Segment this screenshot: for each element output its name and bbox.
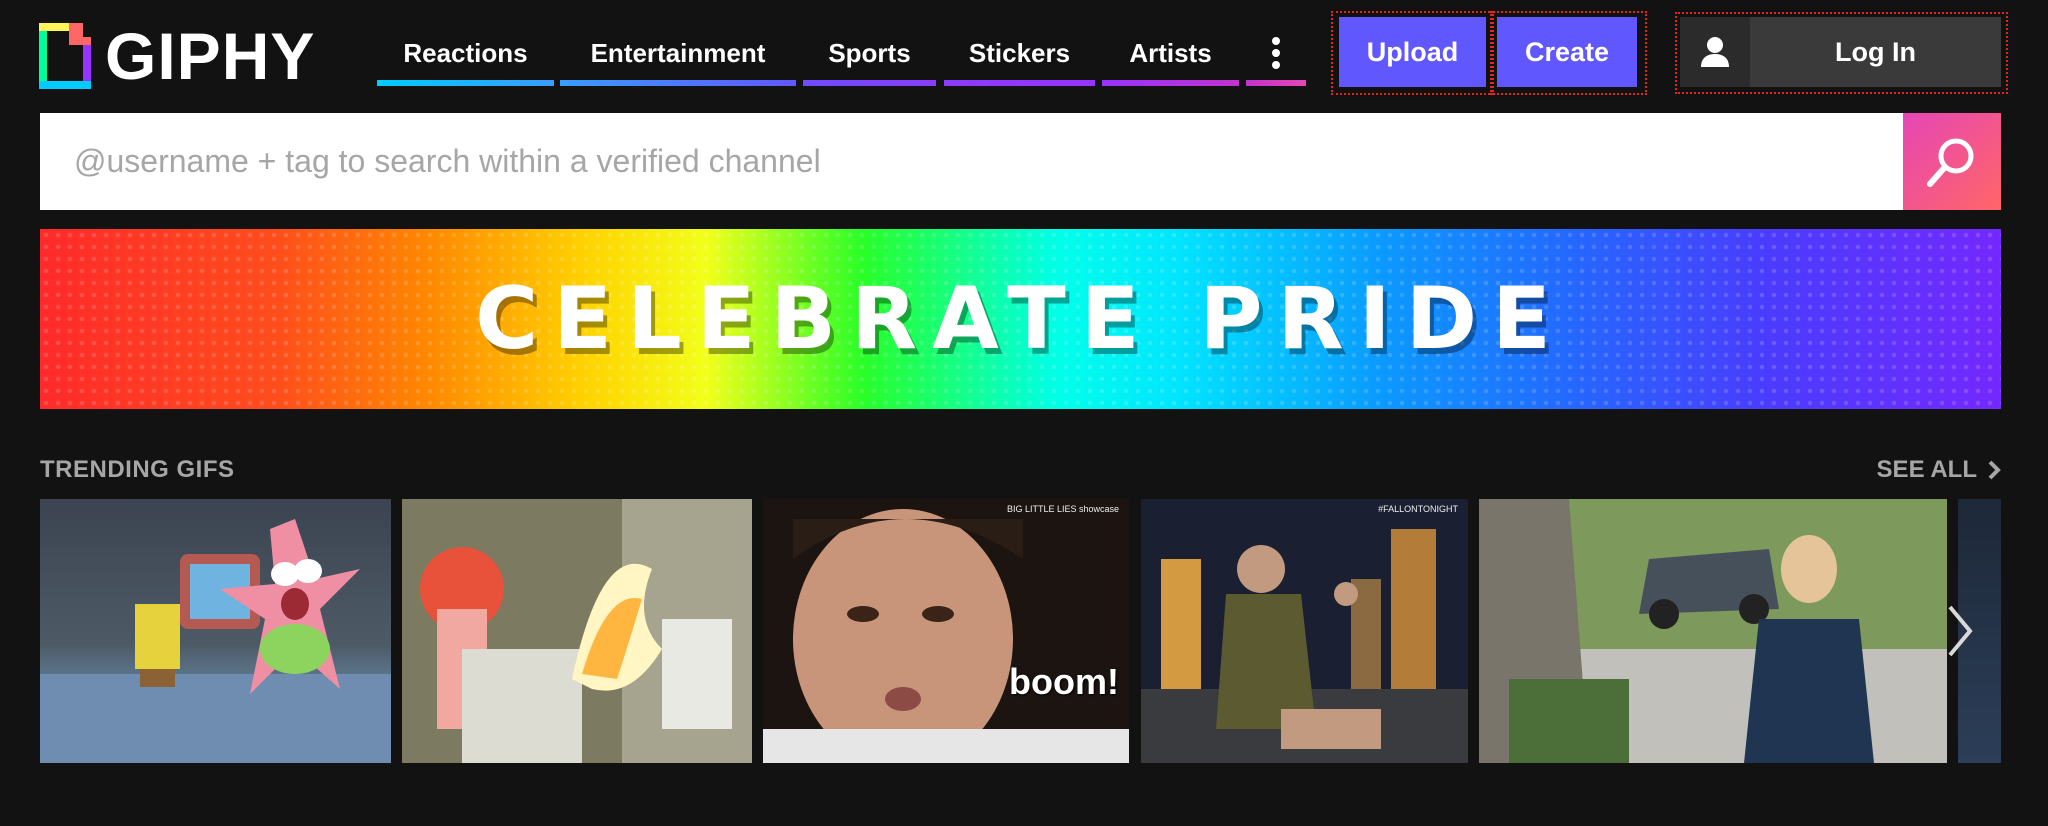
banner-text: CELEBRATE PRIDE [475,269,1566,369]
upload-button-label: Upload [1366,36,1459,67]
nav-item-label: Reactions [403,37,528,68]
nav-item-entertainment[interactable]: Entertainment [560,18,796,88]
nav-underline [560,80,796,86]
nav-item-label: Entertainment [590,37,766,68]
login-label: Log In [1835,36,1916,67]
giphy-logo-icon [39,23,91,89]
gif-watermark: BIG LITTLE LIES showcase [1006,504,1119,514]
nav-underline [1102,80,1239,86]
chevron-right-icon [1988,460,2001,480]
nav-underline [944,80,1095,86]
user-icon [1701,37,1729,67]
trending-carousel: BIG LITTLE LIES showcase boom! #FALLONTO… [40,499,2001,763]
search-icon [1927,138,1974,187]
gif-tile[interactable] [402,499,752,763]
nav-item-label: Sports [828,37,911,68]
see-all-label: SEE ALL [1876,456,1977,483]
nav-item-artists[interactable]: Artists [1102,18,1239,88]
login-button[interactable]: Log In [1680,17,2001,87]
nav-item-reactions[interactable]: Reactions [377,18,554,88]
create-button[interactable]: Create [1497,17,1637,87]
gif-tile[interactable]: #FALLONTONIGHT [1141,499,1468,763]
create-button-label: Create [1524,36,1610,67]
spongebob-patrick-gif [40,519,391,763]
see-all-link[interactable]: SEE ALL [1877,456,2001,484]
brand-name: GIPHY [105,19,316,93]
search-button[interactable] [1903,113,2001,210]
trending-title: TRENDING GIFS [40,456,235,483]
gif-tile[interactable] [40,499,391,763]
chevron-right-icon [1948,605,1973,657]
header: GIPHY Reactions Entertainment Sports Sti… [0,0,2048,110]
gif-tile[interactable]: BIG LITTLE LIES showcase boom! [763,499,1129,763]
nav-item-label: Artists [1129,37,1212,68]
nav-more-button[interactable] [1246,18,1306,88]
nav-underline [377,80,554,86]
beaker-muppet-gif [402,499,752,763]
nav-underline [1246,80,1306,86]
search-input[interactable] [40,113,1903,210]
login-icon-box [1680,17,1750,87]
nav-underline [803,80,936,86]
pride-banner[interactable]: CELEBRATE PRIDE [40,229,2001,409]
nav-item-stickers[interactable]: Stickers [944,18,1095,88]
carousel-next-button[interactable] [1938,499,1982,763]
gif-caption: boom! [1009,661,1119,702]
reese-witherspoon-gif [1479,499,1947,763]
gif-watermark: #FALLONTONIGHT [1378,504,1458,514]
fallon-guest-gif [1141,499,1468,763]
vertical-dots-icon [1272,37,1280,69]
nav-item-label: Stickers [968,37,1071,68]
gif-tile[interactable] [1479,499,1947,763]
search-bar [40,113,2001,210]
main-nav: Reactions Entertainment Sports Stickers … [377,18,1306,88]
nav-item-sports[interactable]: Sports [803,18,936,88]
giphy-logo[interactable]: GIPHY [39,22,315,90]
boom-gif-image [763,499,1129,763]
upload-button[interactable]: Upload [1339,17,1486,87]
